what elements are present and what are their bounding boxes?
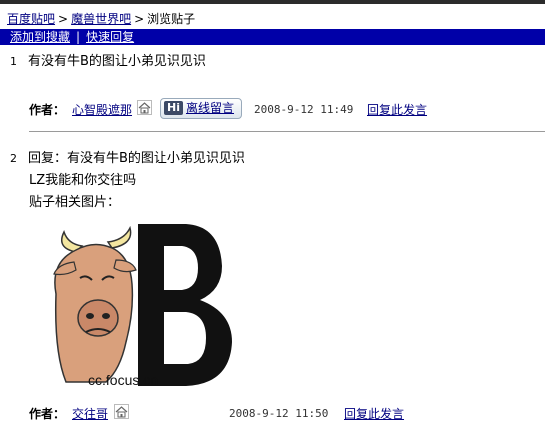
toolbar-divider: | xyxy=(76,30,81,44)
breadcrumb-forum-link[interactable]: 魔兽世界吧 xyxy=(71,12,131,26)
post-1-title: 1 有没有牛B的图让小弟见识见识 xyxy=(10,50,206,69)
post-1-date: 2008-9-12 11:49 xyxy=(254,103,354,116)
quick-reply-link[interactable]: 快速回复 xyxy=(86,30,134,44)
post-2-image-label: 贴子相关图片： xyxy=(29,195,121,210)
post-toolbar: 添加到搜藏 | 快速回复 xyxy=(0,29,545,45)
post-2-meta: 作者： xyxy=(29,405,65,422)
post-1-meta: 作者： xyxy=(29,101,65,118)
offline-message-link[interactable]: 离线留言 xyxy=(186,101,234,115)
post-2-body: LZ我能和你交往吗 xyxy=(29,173,137,188)
offline-message-button[interactable]: Hi 离线留言 xyxy=(160,98,242,119)
top-window-strip xyxy=(0,0,545,4)
hi-icon: Hi xyxy=(164,101,183,115)
author-label: 作者： xyxy=(29,407,66,421)
breadcrumb-current: 浏览贴子 xyxy=(147,12,196,26)
breadcrumb-home-link[interactable]: 百度贴吧 xyxy=(7,12,55,26)
breadcrumb: 百度贴吧 > 魔兽世界吧 > 浏览贴子 xyxy=(7,10,195,27)
post-2-reply-link[interactable]: 回复此发言 xyxy=(344,405,404,422)
post-2-date: 2008-9-12 11:50 xyxy=(229,407,329,420)
breadcrumb-separator: > xyxy=(58,12,69,26)
post-number: 2 xyxy=(10,152,17,165)
home-page-icon[interactable] xyxy=(137,100,152,118)
bull-b-image xyxy=(53,224,232,386)
author-label: 作者： xyxy=(29,103,66,117)
breadcrumb-separator: > xyxy=(134,12,145,26)
home-page-icon[interactable] xyxy=(114,404,129,422)
add-favorite-link[interactable]: 添加到搜藏 xyxy=(10,30,70,44)
post-1-reply-link[interactable]: 回复此发言 xyxy=(367,101,427,118)
post-divider xyxy=(29,131,545,132)
post-number: 1 xyxy=(10,55,17,68)
post-2-author-link[interactable]: 交往哥 xyxy=(72,405,108,422)
post-1-author-link[interactable]: 心智殿遮那 xyxy=(72,101,132,118)
post-2-title: 2 回复：有没有牛B的图让小弟见识见识 xyxy=(10,147,245,166)
post-title-text: 回复：有没有牛B的图让小弟见识见识 xyxy=(28,151,245,166)
image-watermark-text: cc.focus.cn xyxy=(88,372,159,388)
post-title-text: 有没有牛B的图让小弟见识见识 xyxy=(28,54,206,69)
post-image: cc.focus.cn xyxy=(46,222,242,394)
